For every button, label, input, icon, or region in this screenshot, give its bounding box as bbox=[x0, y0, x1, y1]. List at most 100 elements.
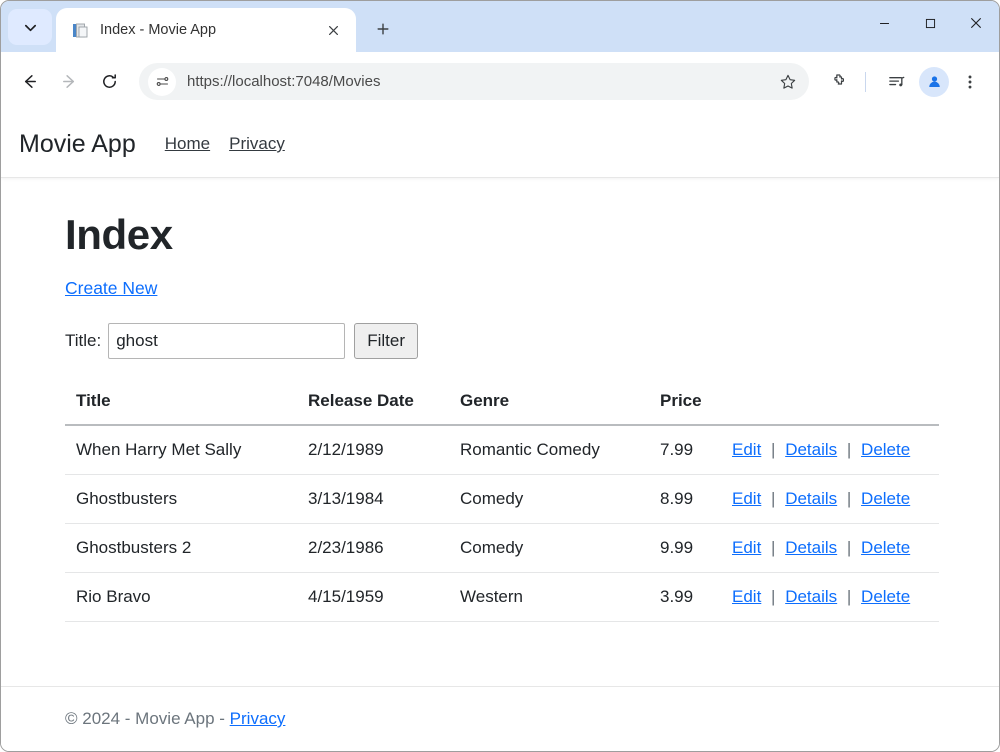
bookmark-button[interactable] bbox=[773, 67, 803, 97]
close-icon bbox=[327, 24, 340, 37]
table-row: Ghostbusters 2 2/23/1986 Comedy 9.99 Edi… bbox=[65, 524, 939, 573]
cell-title: Ghostbusters bbox=[65, 475, 297, 524]
table-head: Title Release Date Genre Price bbox=[65, 391, 939, 425]
nav-link-home[interactable]: Home bbox=[165, 134, 210, 154]
action-separator: | bbox=[771, 489, 775, 508]
filter-button[interactable]: Filter bbox=[354, 323, 418, 359]
cell-genre: Comedy bbox=[449, 475, 649, 524]
edit-link[interactable]: Edit bbox=[732, 587, 761, 606]
person-avatar-icon bbox=[926, 73, 943, 90]
back-button[interactable] bbox=[9, 62, 49, 102]
reload-button[interactable] bbox=[89, 62, 129, 102]
cell-price: 7.99 bbox=[649, 425, 721, 475]
cell-actions: Edit | Details | Delete bbox=[721, 524, 939, 573]
puzzle-piece-icon bbox=[830, 72, 849, 91]
profile-button[interactable] bbox=[919, 67, 949, 97]
delete-link[interactable]: Delete bbox=[861, 440, 910, 459]
tab-search-button[interactable] bbox=[8, 9, 52, 45]
column-header-release-date: Release Date bbox=[297, 391, 449, 425]
browser-menu-button[interactable] bbox=[953, 65, 987, 99]
cell-title: Rio Bravo bbox=[65, 573, 297, 622]
cell-release-date: 3/13/1984 bbox=[297, 475, 449, 524]
browser-window: Index - Movie App bbox=[0, 0, 1000, 752]
action-separator: | bbox=[847, 489, 851, 508]
footer-privacy-link[interactable]: Privacy bbox=[230, 709, 286, 728]
media-control-button[interactable] bbox=[879, 65, 913, 99]
cell-genre: Western bbox=[449, 573, 649, 622]
extensions-button[interactable] bbox=[822, 65, 856, 99]
media-playlist-icon bbox=[887, 72, 906, 91]
window-close-button[interactable] bbox=[953, 1, 999, 45]
main-content: Index Create New Title: Filter Title Rel… bbox=[1, 178, 999, 622]
details-link[interactable]: Details bbox=[785, 489, 837, 508]
document-icon bbox=[72, 22, 89, 39]
column-header-price: Price bbox=[649, 391, 721, 425]
table-row: Rio Bravo 4/15/1959 Western 3.99 Edit | … bbox=[65, 573, 939, 622]
delete-link[interactable]: Delete bbox=[861, 489, 910, 508]
cell-genre: Romantic Comedy bbox=[449, 425, 649, 475]
page-viewport: Movie App Home Privacy Index Create New … bbox=[1, 111, 999, 751]
url-text: https://localhost:7048/Movies bbox=[187, 73, 773, 90]
action-separator: | bbox=[847, 538, 851, 557]
site-brand[interactable]: Movie App bbox=[19, 130, 136, 159]
details-link[interactable]: Details bbox=[785, 587, 837, 606]
site-footer: © 2024 - Movie App - Privacy bbox=[1, 686, 999, 751]
action-separator: | bbox=[771, 440, 775, 459]
action-separator: | bbox=[771, 538, 775, 557]
table-row: Ghostbusters 3/13/1984 Comedy 8.99 Edit … bbox=[65, 475, 939, 524]
filter-form: Title: Filter bbox=[65, 323, 999, 359]
details-link[interactable]: Details bbox=[785, 538, 837, 557]
action-separator: | bbox=[847, 587, 851, 606]
page-title: Index bbox=[65, 214, 999, 256]
edit-link[interactable]: Edit bbox=[732, 489, 761, 508]
nav-link-privacy[interactable]: Privacy bbox=[229, 134, 285, 154]
movies-table: Title Release Date Genre Price When Harr… bbox=[65, 391, 939, 622]
browser-toolbar: https://localhost:7048/Movies bbox=[1, 52, 999, 111]
minimize-button[interactable] bbox=[861, 1, 907, 45]
table-header-row: Title Release Date Genre Price bbox=[65, 391, 939, 425]
action-separator: | bbox=[847, 440, 851, 459]
title-filter-label: Title: bbox=[65, 331, 101, 351]
column-header-actions bbox=[721, 391, 939, 425]
edit-link[interactable]: Edit bbox=[732, 440, 761, 459]
tab-strip: Index - Movie App bbox=[1, 1, 999, 52]
cell-price: 9.99 bbox=[649, 524, 721, 573]
toolbar-divider bbox=[865, 72, 866, 92]
site-settings-button[interactable] bbox=[148, 68, 176, 96]
table-row: When Harry Met Sally 2/12/1989 Romantic … bbox=[65, 425, 939, 475]
cell-release-date: 2/12/1989 bbox=[297, 425, 449, 475]
arrow-left-icon bbox=[20, 72, 39, 91]
tab-close-button[interactable] bbox=[320, 17, 346, 43]
browser-tab[interactable]: Index - Movie App bbox=[56, 8, 356, 52]
cell-price: 8.99 bbox=[649, 475, 721, 524]
footer-copyright: © 2024 - Movie App - bbox=[65, 709, 230, 728]
forward-button[interactable] bbox=[49, 62, 89, 102]
create-new-link[interactable]: Create New bbox=[65, 278, 157, 299]
plus-icon bbox=[376, 22, 390, 36]
address-bar[interactable]: https://localhost:7048/Movies bbox=[139, 63, 809, 100]
edit-link[interactable]: Edit bbox=[732, 538, 761, 557]
window-controls bbox=[861, 1, 999, 45]
cell-actions: Edit | Details | Delete bbox=[721, 475, 939, 524]
column-header-genre: Genre bbox=[449, 391, 649, 425]
cell-title: Ghostbusters 2 bbox=[65, 524, 297, 573]
site-settings-icon bbox=[155, 74, 170, 89]
maximize-button[interactable] bbox=[907, 1, 953, 45]
details-link[interactable]: Details bbox=[785, 440, 837, 459]
cell-title: When Harry Met Sally bbox=[65, 425, 297, 475]
cell-actions: Edit | Details | Delete bbox=[721, 573, 939, 622]
action-separator: | bbox=[771, 587, 775, 606]
close-icon bbox=[969, 16, 983, 30]
arrow-right-icon bbox=[60, 72, 79, 91]
three-dot-menu-icon bbox=[961, 73, 979, 91]
title-filter-input[interactable] bbox=[108, 323, 345, 359]
cell-genre: Comedy bbox=[449, 524, 649, 573]
cell-price: 3.99 bbox=[649, 573, 721, 622]
reload-icon bbox=[100, 72, 119, 91]
table-body: When Harry Met Sally 2/12/1989 Romantic … bbox=[65, 425, 939, 622]
delete-link[interactable]: Delete bbox=[861, 587, 910, 606]
cell-release-date: 2/23/1986 bbox=[297, 524, 449, 573]
delete-link[interactable]: Delete bbox=[861, 538, 910, 557]
minimize-icon bbox=[878, 17, 891, 30]
new-tab-button[interactable] bbox=[366, 12, 400, 46]
